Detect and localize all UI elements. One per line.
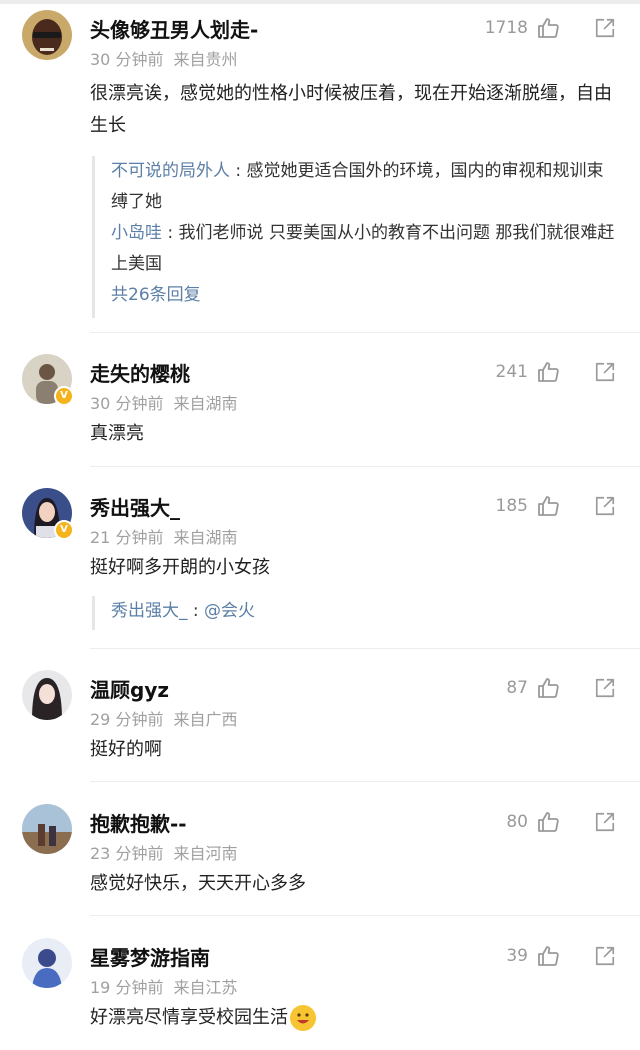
like-count: 80 (506, 812, 528, 832)
thumbs-up-icon[interactable] (536, 676, 560, 700)
share-icon[interactable] (594, 17, 616, 39)
username[interactable]: 秀出强大_ (90, 492, 180, 521)
avatar[interactable] (22, 10, 72, 60)
comment-text: 感觉好快乐，天天开心多多 (90, 873, 306, 894)
comment-item: 头像够丑男人划走- 30 分钟前 来自贵州 1718 很漂亮诶，感觉她的性格小时候… (0, 10, 640, 330)
username[interactable]: 温顾gyz (90, 674, 169, 703)
comment-item: 抱歉抱歉-- 23 分钟前 来自河南 80 感觉好快乐，天天开心多多 (0, 804, 640, 904)
reply-username[interactable]: 秀出强大_ (111, 601, 188, 621)
like-count: 241 (495, 362, 528, 382)
reply-block: 不可说的局外人 : 感觉她更适合国外的环境，国内的审视和规训束缚了她 小岛哇 :… (92, 156, 620, 318)
comment-meta: 30 分钟前 来自湖南 (90, 390, 237, 414)
reply-mention[interactable]: @会火 (204, 601, 255, 621)
like-count: 39 (506, 946, 528, 966)
thumbs-up-icon[interactable] (536, 944, 560, 968)
reply-username[interactable]: 不可说的局外人 (111, 161, 230, 181)
username[interactable]: 走失的樱桃 (90, 358, 190, 387)
comment-item: 温顾gyz 29 分钟前 来自广西 87 挺好的啊 (0, 670, 640, 770)
reply-item: 小岛哇 : 我们老师说 只要美国从小的教育不出问题 那我们就很难赶上美国 (111, 223, 615, 274)
comment-time: 30 分钟前 (90, 394, 164, 413)
comment-text: 挺好啊多开朗的小女孩 (90, 557, 270, 578)
comment-text: 很漂亮诶，感觉她的性格小时候被压着，现在开始逐渐脱缰，自由生长 (90, 83, 612, 136)
divider (90, 915, 640, 916)
comment-time: 29 分钟前 (90, 710, 164, 729)
username[interactable]: 头像够丑男人划走- (90, 14, 258, 43)
avatar[interactable] (22, 804, 72, 854)
reply-username[interactable]: 小岛哇 (111, 223, 162, 243)
comment-time: 30 分钟前 (90, 50, 164, 69)
like-count: 185 (495, 496, 528, 516)
share-icon[interactable] (594, 677, 616, 699)
verified-badge: V (54, 386, 74, 406)
comment-meta: 29 分钟前 来自广西 (90, 706, 237, 730)
reply-text: 我们老师说 只要美国从小的教育不出问题 那我们就很难赶上美国 (111, 223, 615, 274)
comment-meta: 19 分钟前 来自江苏 (90, 974, 237, 998)
comment-location: 来自湖南 (173, 394, 238, 413)
comment-location: 来自贵州 (173, 50, 238, 69)
share-icon[interactable] (594, 495, 616, 517)
thumbs-up-icon[interactable] (536, 16, 560, 40)
like-count: 87 (506, 678, 528, 698)
divider (90, 781, 640, 782)
share-icon[interactable] (594, 945, 616, 967)
comment-location: 来自湖南 (173, 528, 238, 547)
comment-text: 挺好的啊 (90, 739, 162, 760)
comment-location: 来自河南 (173, 844, 238, 863)
comment-text: 好漂亮尽情享受校园生活 (90, 1002, 620, 1034)
thumbs-up-icon[interactable] (536, 360, 560, 384)
comment-time: 21 分钟前 (90, 528, 164, 547)
comment-location: 来自广西 (173, 710, 238, 729)
top-edge (0, 0, 640, 4)
comment-item: V 走失的樱桃 30 分钟前 来自湖南 241 真漂亮 (0, 354, 640, 454)
avatar[interactable] (22, 670, 72, 720)
comment-item: 星雾梦游指南 19 分钟前 来自江苏 39 好漂亮尽情享受校园生活 (0, 938, 640, 1048)
reply-block: 秀出强大_ : @会火 (92, 596, 620, 630)
comment-time: 23 分钟前 (90, 844, 164, 863)
thumbs-up-icon[interactable] (536, 810, 560, 834)
avatar[interactable] (22, 938, 72, 988)
comment-meta: 30 分钟前 来自贵州 (90, 46, 237, 70)
divider (90, 648, 640, 649)
share-icon[interactable] (594, 811, 616, 833)
reply-item: 秀出强大_ : @会火 (111, 601, 256, 621)
comment-location: 来自江苏 (173, 978, 238, 997)
divider (90, 332, 640, 333)
reply-item: 不可说的局外人 : 感觉她更适合国外的环境，国内的审视和规训束缚了她 (111, 161, 604, 212)
username[interactable]: 抱歉抱歉-- (90, 808, 187, 837)
comment-meta: 21 分钟前 来自湖南 (90, 524, 237, 548)
verified-badge: V (54, 520, 74, 540)
view-replies-link[interactable]: 共26条回复 (111, 280, 620, 311)
comment-text-content: 好漂亮尽情享受校园生活 (90, 1007, 288, 1028)
username[interactable]: 星雾梦游指南 (90, 942, 210, 971)
comment-item: V 秀出强大_ 21 分钟前 来自湖南 185 挺好啊多开朗的小女孩 秀出强大_ … (0, 488, 640, 638)
comment-meta: 23 分钟前 来自河南 (90, 840, 237, 864)
comment-text: 真漂亮 (90, 423, 144, 444)
share-icon[interactable] (594, 361, 616, 383)
thumbs-up-icon[interactable] (536, 494, 560, 518)
comment-time: 19 分钟前 (90, 978, 164, 997)
like-count: 1718 (484, 18, 528, 38)
divider (90, 466, 640, 467)
happy-face-emoji-icon (290, 1005, 316, 1031)
